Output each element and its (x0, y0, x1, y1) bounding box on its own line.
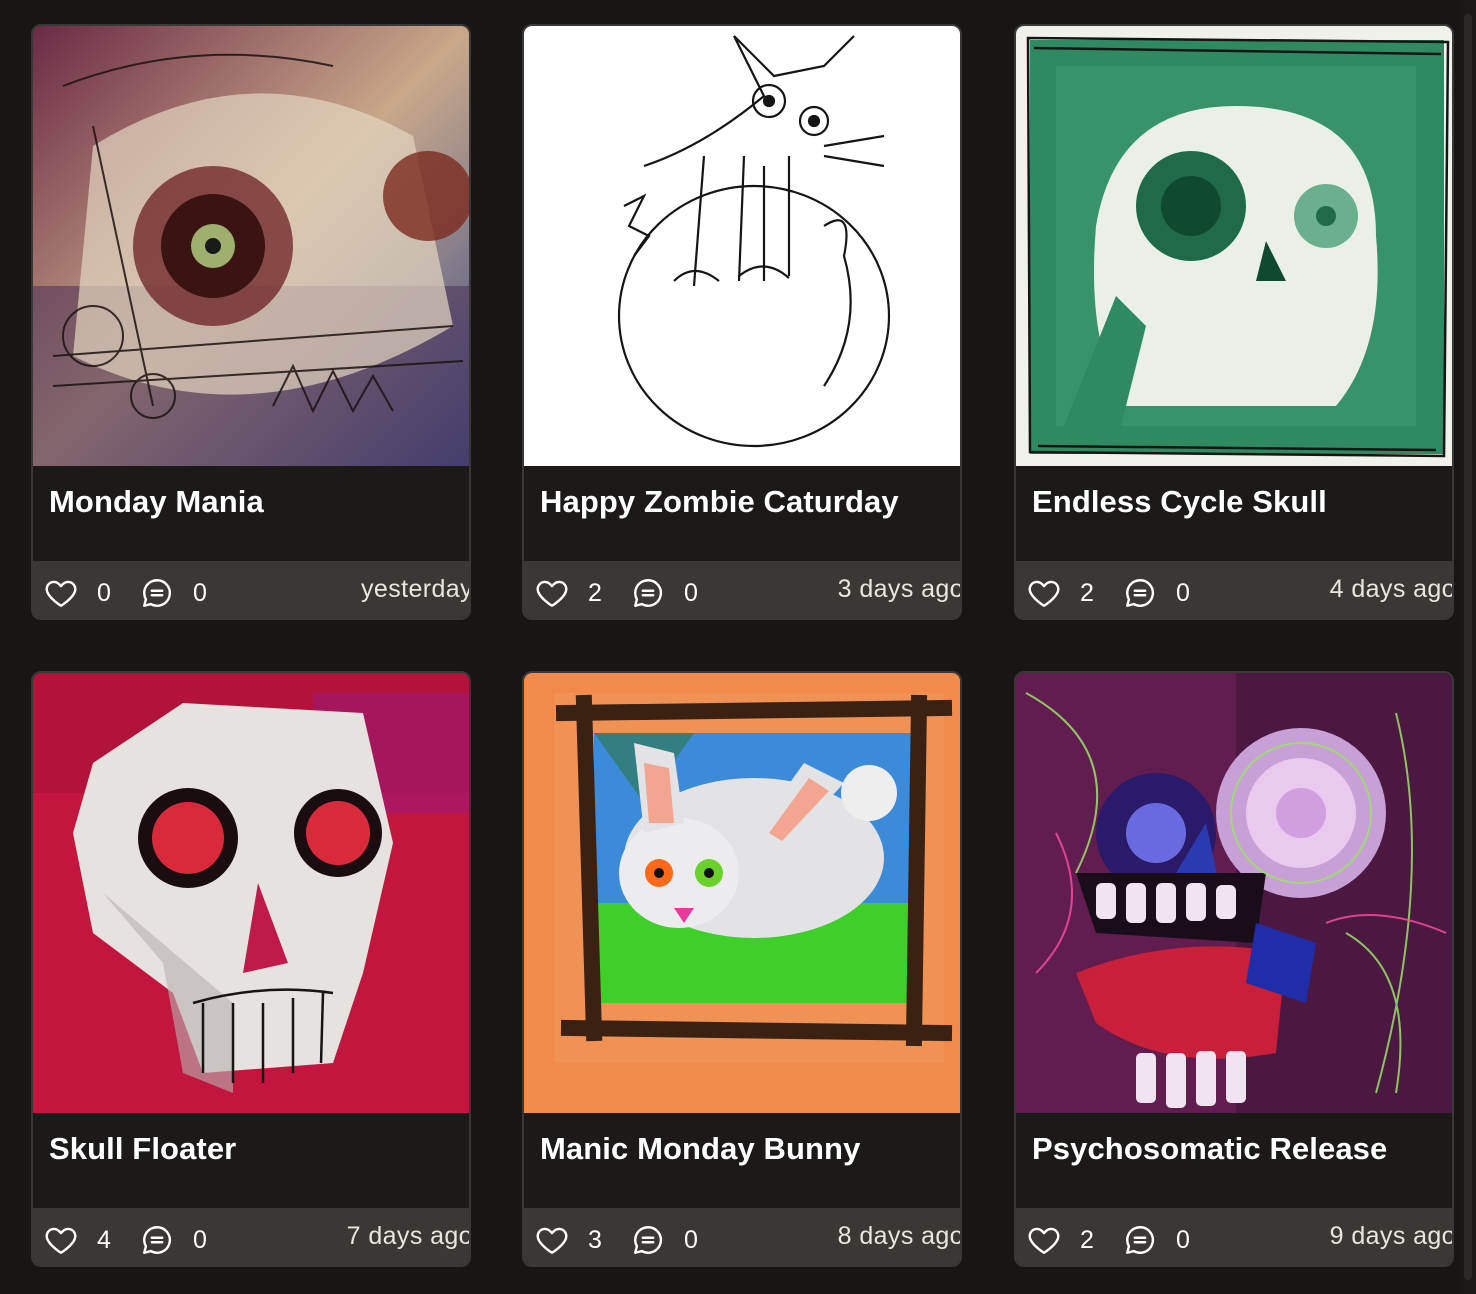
posted-time: 9 days ago (1329, 1222, 1454, 1250)
comment-bubble-icon[interactable] (1122, 575, 1158, 611)
artwork-image[interactable] (1016, 673, 1452, 1113)
heart-icon[interactable] (43, 1222, 79, 1258)
comment-count: 0 (684, 1226, 698, 1254)
posted-time: 3 days ago (837, 575, 962, 603)
artwork-image[interactable] (1016, 26, 1452, 466)
like-count: 2 (588, 579, 602, 607)
comment-count: 0 (1176, 579, 1190, 607)
heart-icon[interactable] (1026, 575, 1062, 611)
heart-icon[interactable] (43, 575, 79, 611)
scrollbar-thumb[interactable] (1464, 14, 1472, 1280)
card-footer: 0 0 yesterday (33, 561, 471, 618)
card-footer: 2 0 9 days ago (1016, 1208, 1454, 1265)
card-footer: 2 0 3 days ago (524, 561, 962, 618)
artwork-title[interactable]: Monday Mania (49, 484, 264, 520)
artwork-grid: Monday Mania 0 0 yesterday Happy Zombie … (0, 0, 1476, 1294)
posted-time: 4 days ago (1329, 575, 1454, 603)
comment-count: 0 (1176, 1226, 1190, 1254)
heart-icon[interactable] (1026, 1222, 1062, 1258)
comment-bubble-icon[interactable] (139, 575, 175, 611)
comment-bubble-icon[interactable] (630, 1222, 666, 1258)
like-count: 3 (588, 1226, 602, 1254)
posted-time: 7 days ago (346, 1222, 471, 1250)
artwork-card[interactable]: Skull Floater 4 0 7 days ago (31, 671, 471, 1267)
artwork-image[interactable] (524, 26, 960, 466)
artwork-title[interactable]: Psychosomatic Release (1032, 1131, 1387, 1167)
like-count: 2 (1080, 579, 1094, 607)
artwork-card[interactable]: Psychosomatic Release 2 0 9 days ago (1014, 671, 1454, 1267)
like-count: 0 (97, 579, 111, 607)
like-count: 4 (97, 1226, 111, 1254)
like-count: 2 (1080, 1226, 1094, 1254)
heart-icon[interactable] (534, 1222, 570, 1258)
artwork-title[interactable]: Manic Monday Bunny (540, 1131, 860, 1167)
artwork-image[interactable] (33, 26, 469, 466)
comment-count: 0 (193, 1226, 207, 1254)
heart-icon[interactable] (534, 575, 570, 611)
artwork-card[interactable]: Endless Cycle Skull 2 0 4 days ago (1014, 24, 1454, 620)
artwork-image[interactable] (33, 673, 469, 1113)
comment-bubble-icon[interactable] (139, 1222, 175, 1258)
vertical-scrollbar[interactable] (1460, 0, 1476, 1294)
artwork-card[interactable]: Happy Zombie Caturday 2 0 3 days ago (522, 24, 962, 620)
comment-bubble-icon[interactable] (630, 575, 666, 611)
artwork-card[interactable]: Monday Mania 0 0 yesterday (31, 24, 471, 620)
card-footer: 4 0 7 days ago (33, 1208, 471, 1265)
comment-count: 0 (193, 579, 207, 607)
card-footer: 3 0 8 days ago (524, 1208, 962, 1265)
artwork-title[interactable]: Endless Cycle Skull (1032, 484, 1327, 520)
comment-count: 0 (684, 579, 698, 607)
card-footer: 2 0 4 days ago (1016, 561, 1454, 618)
comment-bubble-icon[interactable] (1122, 1222, 1158, 1258)
artwork-title[interactable]: Skull Floater (49, 1131, 236, 1167)
posted-time: yesterday (361, 575, 471, 603)
posted-time: 8 days ago (837, 1222, 962, 1250)
artwork-title[interactable]: Happy Zombie Caturday (540, 484, 899, 520)
artwork-image[interactable] (524, 673, 960, 1113)
artwork-card[interactable]: Manic Monday Bunny 3 0 8 days ago (522, 671, 962, 1267)
